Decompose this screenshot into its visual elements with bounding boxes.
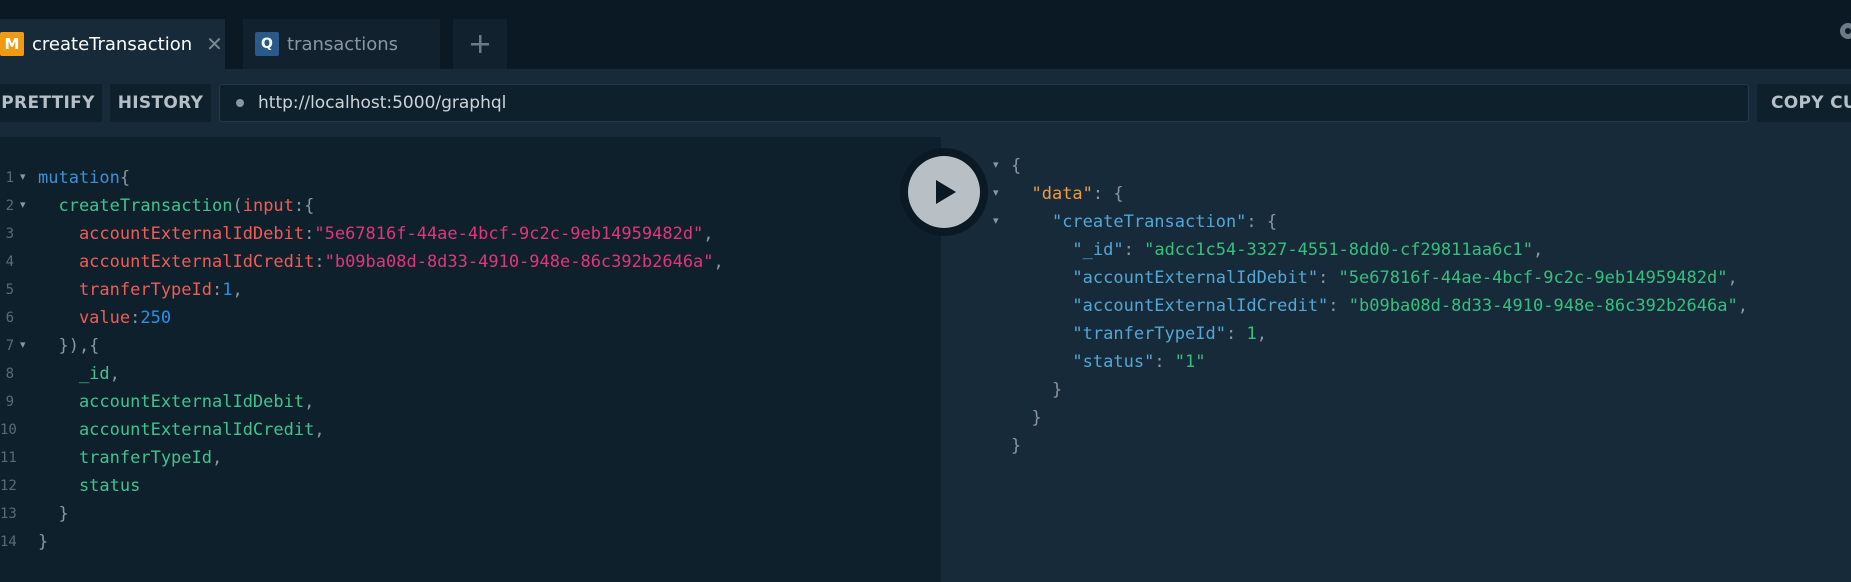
query-badge-icon: Q [255, 32, 279, 56]
line-number: 3 [5, 226, 14, 242]
tab-title: transactions [287, 33, 399, 55]
code-line: accountExternalIdCredit:"b09ba08d-8d33-4… [38, 252, 724, 272]
toolbar: PRETTIFY HISTORY http://localhost:5000/g… [0, 69, 1851, 137]
fold-toggle-icon[interactable]: ▾ [20, 338, 26, 351]
connection-status-icon [236, 99, 244, 107]
query-editor[interactable]: 1 ▾ mutation{ 2 ▾ createTransaction(input:{ 3… [0, 137, 941, 582]
line-number: 14 [0, 534, 17, 550]
tab-transactions[interactable]: Q transactions [243, 19, 440, 69]
result-line: } [1011, 408, 1042, 428]
result-line: "data": { [1031, 184, 1124, 204]
add-tab-button[interactable] [453, 19, 507, 69]
line-number: 11 [0, 450, 17, 466]
line-number: 5 [5, 282, 14, 298]
close-icon[interactable]: ✕ [206, 32, 223, 56]
code-line: }),{ [38, 336, 100, 356]
tab-bar: M createTransaction ✕ Q transactions [0, 0, 1851, 69]
code-line: tranferTypeId, [38, 448, 223, 468]
result-line: "accountExternalIdCredit": "b09ba08d-8d3… [1072, 296, 1748, 316]
gear-icon[interactable] [1837, 20, 1851, 42]
line-number: 1 [5, 170, 14, 186]
line-number: 7 [5, 338, 14, 354]
code-line: value:250 [38, 308, 172, 328]
tab-title: createTransaction [32, 33, 193, 55]
plus-icon [471, 35, 489, 53]
result-line: "tranferTypeId": 1, [1072, 324, 1267, 344]
code-line: mutation{ [38, 168, 131, 188]
code-line: accountExternalIdCredit, [38, 420, 325, 440]
copy-curl-button[interactable]: COPY CU [1757, 84, 1851, 122]
result-line: "createTransaction": { [1051, 212, 1278, 232]
line-number: 8 [5, 366, 14, 382]
code-line: status [38, 476, 141, 496]
result-viewer: ▾ { ▾ "data": { ▾ "createTransaction": { "_… [941, 137, 1851, 582]
endpoint-url-input[interactable]: http://localhost:5000/graphql [219, 84, 1749, 122]
mutation-badge-icon: M [0, 32, 24, 56]
prettify-button[interactable]: PRETTIFY [0, 84, 102, 122]
line-number: 6 [5, 310, 14, 326]
play-icon [908, 156, 980, 228]
code-line: accountExternalIdDebit:"5e67816f-44ae-4b… [38, 224, 714, 244]
result-line: { [1011, 156, 1022, 176]
line-number: 2 [5, 198, 14, 214]
line-number: 12 [0, 478, 17, 494]
line-number: 4 [5, 254, 14, 270]
result-line: } [1011, 436, 1022, 456]
fold-toggle-icon[interactable]: ▾ [20, 170, 26, 183]
execute-query-button[interactable] [900, 148, 988, 236]
tab-createtransaction[interactable]: M createTransaction ✕ [0, 19, 225, 69]
result-line: "_id": "adcc1c54-3327-4551-8dd0-cf29811a… [1072, 240, 1544, 260]
line-number: 10 [0, 422, 17, 438]
code-line: createTransaction(input:{ [38, 196, 315, 216]
line-number: 9 [5, 394, 14, 410]
code-line: _id, [38, 364, 120, 384]
line-number: 13 [0, 506, 17, 522]
fold-toggle-icon[interactable]: ▾ [993, 214, 999, 227]
history-button[interactable]: HISTORY [110, 84, 211, 122]
code-line: tranferTypeId:1, [38, 280, 243, 300]
code-line: } [38, 504, 69, 524]
fold-toggle-icon[interactable]: ▾ [993, 158, 999, 171]
code-line: } [38, 532, 49, 552]
code-line: accountExternalIdDebit, [38, 392, 315, 412]
result-line: } [1011, 380, 1063, 400]
fold-toggle-icon[interactable]: ▾ [20, 198, 26, 211]
fold-toggle-icon[interactable]: ▾ [993, 186, 999, 199]
endpoint-url: http://localhost:5000/graphql [258, 93, 507, 113]
result-line: "status": "1" [1072, 352, 1206, 372]
result-line: "accountExternalIdDebit": "5e67816f-44ae… [1072, 268, 1738, 288]
